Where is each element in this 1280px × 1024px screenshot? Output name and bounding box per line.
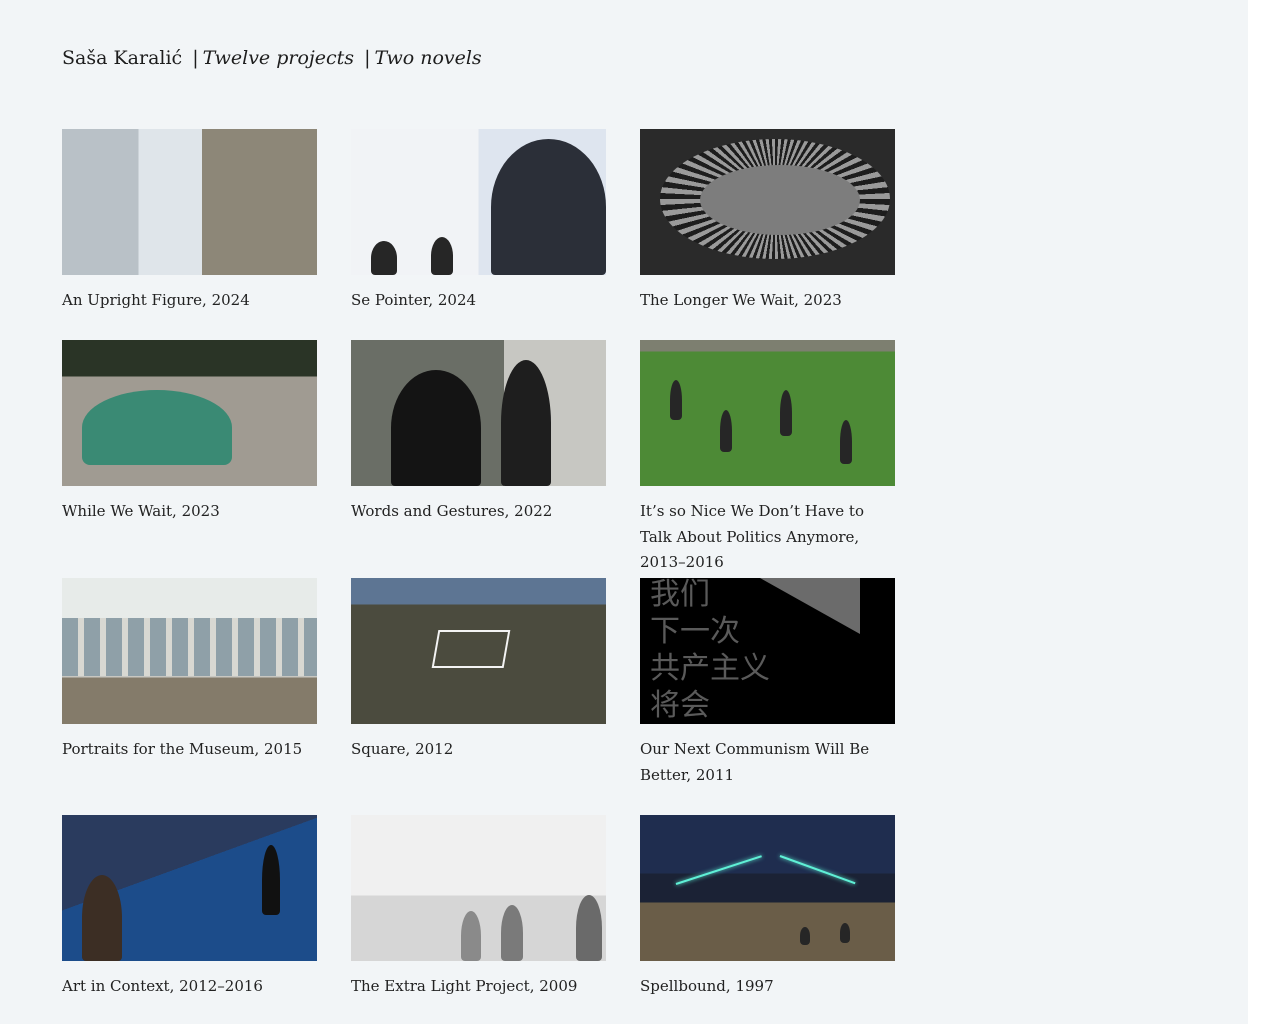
project-title[interactable]: While We Wait, 2023 — [62, 499, 317, 525]
scrollbar[interactable] — [1248, 0, 1280, 1024]
project-thumbnail[interactable] — [351, 578, 606, 724]
person-shape — [720, 410, 732, 452]
project-title[interactable]: Our Next Communism Will Be Better, 2011 — [640, 737, 895, 788]
project-title[interactable]: Art in Context, 2012–2016 — [62, 974, 317, 1000]
project-thumbnail[interactable] — [640, 815, 895, 961]
project-card-while-we-wait[interactable]: While We Wait, 2023 — [62, 340, 317, 578]
project-title[interactable]: The Extra Light Project, 2009 — [351, 974, 606, 1000]
project-thumbnail[interactable] — [351, 815, 606, 961]
project-card-spellbound[interactable]: Spellbound, 1997 — [640, 815, 895, 1024]
site-header: Saša Karalić | Twelve projects | Two novels — [62, 44, 482, 72]
header-separator-2: | — [364, 47, 371, 69]
person-shape — [780, 390, 792, 436]
author-name[interactable]: Saša Karalić — [62, 47, 182, 69]
person-shape — [391, 370, 481, 486]
project-title[interactable]: Spellbound, 1997 — [640, 974, 895, 1000]
person-shape — [501, 905, 523, 961]
laser-beam — [779, 855, 856, 885]
project-thumbnail[interactable] — [351, 340, 606, 486]
project-card-upright-figure[interactable]: An Upright Figure, 2024 — [62, 129, 317, 340]
project-card-extra-light[interactable]: The Extra Light Project, 2009 — [351, 815, 606, 1024]
laser-beam — [675, 855, 762, 885]
project-thumbnail[interactable] — [640, 340, 895, 486]
project-title[interactable]: Square, 2012 — [351, 737, 606, 763]
person-shape — [670, 380, 682, 420]
project-card-art-in-context[interactable]: Art in Context, 2012–2016 — [62, 815, 317, 1024]
ceiling-center — [700, 165, 860, 235]
projects-row-1: An Upright Figure, 2024 Se Pointer, 2024… — [62, 129, 896, 340]
project-title[interactable]: Portraits for the Museum, 2015 — [62, 737, 317, 763]
person-shape — [431, 237, 453, 275]
project-thumbnail[interactable] — [351, 129, 606, 275]
projects-grid: An Upright Figure, 2024 Se Pointer, 2024… — [62, 129, 896, 1024]
person-shape — [262, 845, 280, 915]
chinese-text: 我们 下一次 共产主义 将会 — [650, 578, 770, 723]
project-card-longer-we-wait[interactable]: The Longer We Wait, 2023 — [640, 129, 895, 340]
project-card-portraits-museum[interactable]: Portraits for the Museum, 2015 — [62, 578, 317, 815]
link-twelve-projects[interactable]: Twelve projects — [203, 47, 354, 69]
projects-row-3: Portraits for the Museum, 2015 Square, 2… — [62, 578, 896, 815]
square-outline — [431, 630, 511, 668]
project-thumbnail[interactable] — [62, 578, 317, 724]
project-card-politics-anymore[interactable]: It’s so Nice We Don’t Have to Talk About… — [640, 340, 895, 578]
fountain-shape — [82, 390, 232, 465]
person-shape — [82, 875, 122, 961]
project-title[interactable]: An Upright Figure, 2024 — [62, 288, 317, 314]
person-shape — [461, 911, 481, 961]
person-shape — [576, 895, 602, 961]
person-shape — [800, 927, 810, 945]
header-separator-1: | — [192, 47, 199, 69]
person-shape — [840, 420, 852, 464]
gray-shape — [760, 578, 860, 634]
project-card-words-and-gestures[interactable]: Words and Gestures, 2022 — [351, 340, 606, 578]
project-thumbnail[interactable] — [62, 815, 317, 961]
person-shape — [501, 360, 551, 486]
project-card-next-communism[interactable]: 我们 下一次 共产主义 将会 Our Next Communism Will B… — [640, 578, 895, 815]
project-title[interactable]: The Longer We Wait, 2023 — [640, 288, 895, 314]
building-shape — [62, 618, 317, 676]
person-shape — [491, 139, 606, 275]
project-title[interactable]: It’s so Nice We Don’t Have to Talk About… — [640, 499, 895, 576]
project-thumbnail[interactable] — [640, 129, 895, 275]
person-shape — [371, 241, 397, 275]
project-thumbnail[interactable]: 我们 下一次 共产主义 将会 — [640, 578, 895, 724]
project-thumbnail[interactable] — [62, 129, 317, 275]
project-thumbnail[interactable] — [62, 340, 317, 486]
link-two-novels[interactable]: Two novels — [374, 47, 481, 69]
page: Saša Karalić | Twelve projects | Two novels … — [0, 0, 1248, 1024]
project-card-square[interactable]: Square, 2012 — [351, 578, 606, 815]
person-shape — [840, 923, 850, 943]
project-card-se-pointer[interactable]: Se Pointer, 2024 — [351, 129, 606, 340]
project-title[interactable]: Words and Gestures, 2022 — [351, 499, 606, 525]
project-title[interactable]: Se Pointer, 2024 — [351, 288, 606, 314]
projects-row-2: While We Wait, 2023 Words and Gestures, … — [62, 340, 896, 578]
projects-row-4: Art in Context, 2012–2016 The Extra Ligh… — [62, 815, 896, 1024]
